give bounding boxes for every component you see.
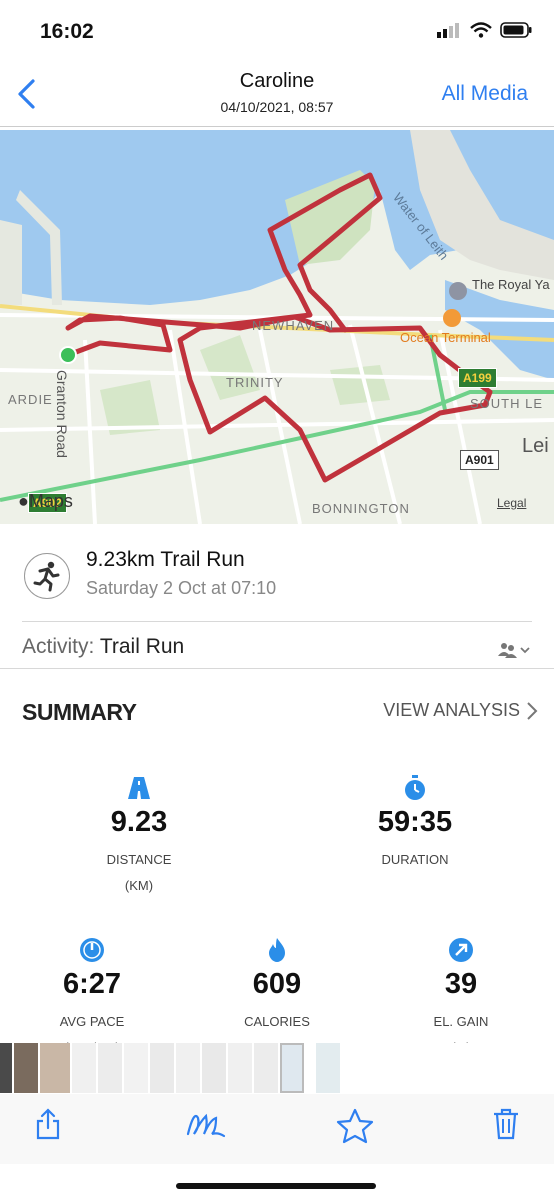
share-visibility-button[interactable] (496, 640, 532, 665)
metric-calories: 609 CALORIES (202, 937, 352, 1035)
thumbnail-gap (306, 1043, 314, 1093)
metric-label: EL. GAIN (433, 1014, 489, 1029)
metric-duration: 59:35 DURATION (340, 775, 490, 873)
road-icon (128, 777, 150, 799)
activity-type-value: Trail Run (99, 635, 185, 658)
map-label-ardie: ARDIE (8, 392, 53, 407)
thumbnail-selected[interactable] (280, 1043, 304, 1093)
road-sign-a901: A901 (460, 450, 499, 470)
stopwatch-icon (405, 775, 425, 800)
thumbnail[interactable] (124, 1043, 148, 1093)
media-thumbnail-strip[interactable] (0, 1043, 554, 1093)
wifi-icon (470, 22, 492, 38)
map-label-ocean-terminal: Ocean Terminal (400, 330, 491, 345)
view-analysis-label: VIEW ANALYSIS (383, 700, 520, 720)
trash-icon[interactable] (492, 1108, 520, 1140)
speedometer-icon (80, 938, 104, 962)
favorite-star-icon[interactable] (336, 1108, 374, 1144)
apple-maps-logo: ●Maps (18, 491, 73, 511)
battery-icon (500, 22, 532, 38)
metric-label: AVG PACE (59, 1014, 125, 1029)
thumbnail[interactable] (40, 1043, 70, 1093)
map-label-granton-road: Granton Road (54, 370, 70, 458)
share-icon[interactable] (34, 1108, 62, 1140)
metric-label: CALORIES (244, 1014, 310, 1029)
map-label-royal-yacht: The Royal Ya (472, 277, 550, 292)
thumbnail[interactable] (150, 1043, 174, 1093)
map-label-newhaven: NEWHAVEN (252, 318, 335, 333)
apple-logo-icon: ● (18, 491, 29, 511)
status-icons (436, 22, 532, 38)
divider (22, 621, 532, 622)
thumbnail[interactable] (72, 1043, 96, 1093)
metric-value: 6:27 (62, 968, 122, 1000)
divider (0, 668, 554, 669)
activity-date: Saturday 2 Oct at 07:10 (86, 578, 277, 598)
map-label-trinity: TRINITY (226, 375, 284, 390)
map-label-leith: Lei (522, 435, 549, 457)
metric-value: 9.23 (110, 806, 168, 838)
bottom-toolbar (0, 1094, 554, 1164)
thumbnail[interactable] (228, 1043, 252, 1093)
map-label-south-leith: SOUTH LE (470, 396, 544, 411)
arrow-up-right-icon (449, 938, 473, 962)
markup-icon[interactable] (186, 1108, 226, 1140)
metric-value: 59:35 (377, 806, 453, 838)
summary-heading: SUMMARY (22, 699, 137, 725)
nav-divider (0, 126, 554, 127)
road-sign-a199: A199 (458, 368, 497, 388)
map-legal-link[interactable]: Legal (497, 496, 526, 510)
activity-type-row[interactable]: Activity: Trail Run (22, 635, 184, 659)
runner-icon (33, 561, 60, 592)
flame-icon (269, 938, 285, 962)
thumbnail[interactable] (254, 1043, 278, 1093)
people-chevron-icon (498, 643, 530, 658)
route-map[interactable]: NEWHAVEN TRINITY BONNINGTON Water of Lei… (0, 130, 554, 524)
metric-label: DURATION (381, 852, 449, 867)
all-media-button[interactable]: All Media (442, 82, 528, 106)
cellular-signal-icon (437, 23, 459, 38)
thumbnail[interactable] (202, 1043, 226, 1093)
thumbnail[interactable] (14, 1043, 38, 1093)
metric-distance: 9.23 DISTANCE (KM) (64, 775, 214, 899)
home-indicator[interactable] (176, 1183, 376, 1189)
metric-unit: (KM) (124, 878, 154, 893)
thumbnail[interactable] (176, 1043, 200, 1093)
activity-title: 9.23km Trail Run (86, 548, 245, 571)
thumbnail[interactable] (0, 1043, 12, 1093)
view-analysis-button[interactable]: VIEW ANALYSIS (383, 700, 538, 721)
thumbnail[interactable] (316, 1043, 340, 1093)
status-time: 16:02 (40, 20, 94, 43)
chevron-right-icon (527, 701, 538, 720)
map-label-bonnington: BONNINGTON (312, 501, 410, 516)
metric-value: 609 (252, 968, 302, 1000)
activity-type-key: Activity: (22, 635, 95, 658)
activity-type-icon (24, 553, 70, 599)
thumbnail[interactable] (98, 1043, 122, 1093)
metric-label: DISTANCE (106, 852, 172, 867)
metric-value: 39 (444, 968, 478, 1000)
